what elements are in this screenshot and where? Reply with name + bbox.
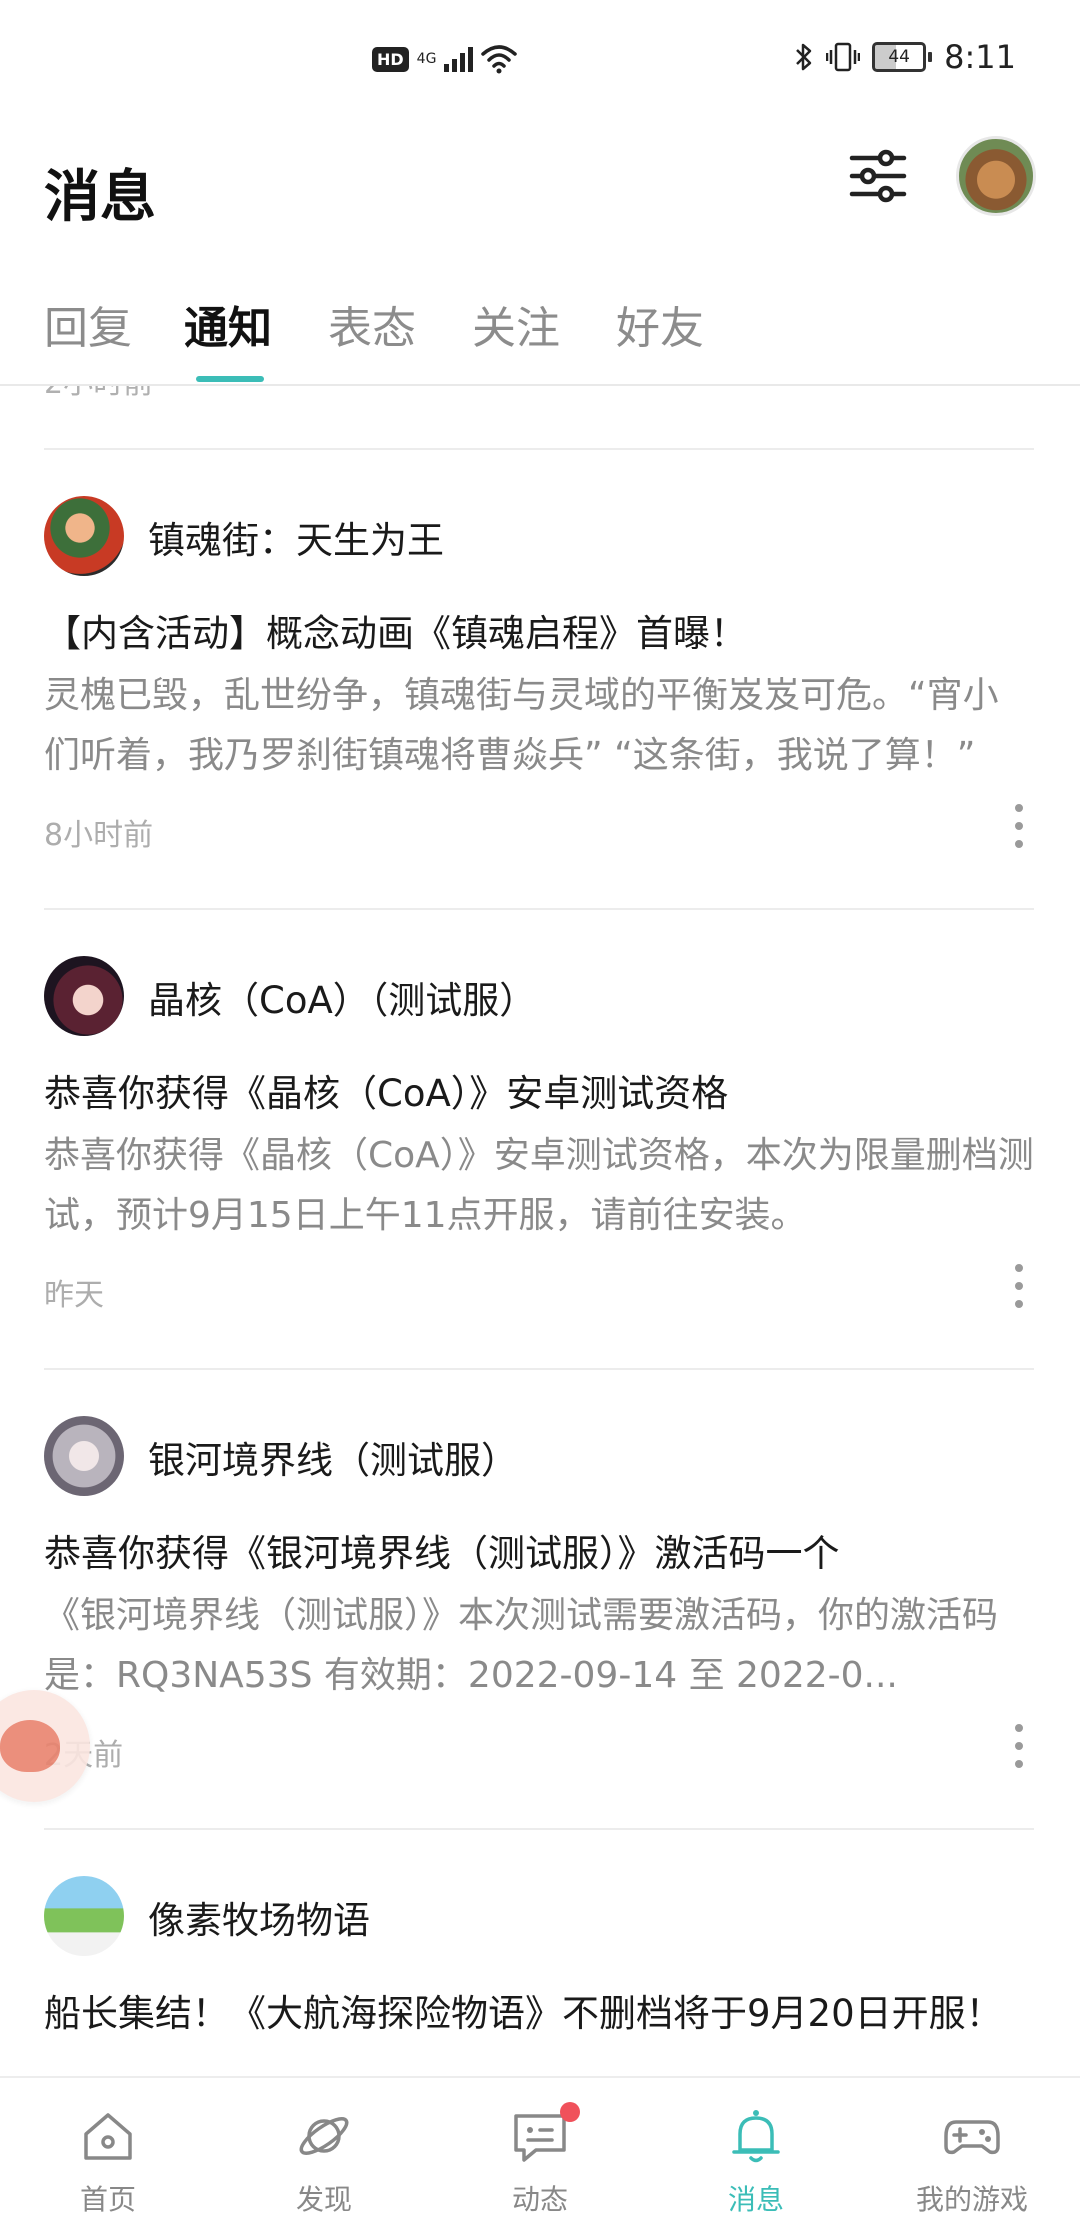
- tab-notifications[interactable]: 通知: [184, 292, 272, 356]
- notification-card[interactable]: 像素牧场物语 船长集结！《大航海探险物语》不删档将于9月20日开服！: [0, 1830, 1080, 2076]
- notification-time: 2小时前: [44, 386, 153, 402]
- notification-card[interactable]: 镇魂街：天生为王 【内含活动】概念动画《镇魂启程》首曝！ 灵槐已毁，乱世纷争，镇…: [0, 450, 1080, 910]
- bell-icon: [732, 2110, 780, 2163]
- notification-title: 恭喜你获得《银河境界线（测试服）》激活码一个: [44, 1532, 840, 1575]
- unread-badge: [560, 2102, 580, 2122]
- nav-label: 发现: [295, 2183, 352, 2216]
- battery-icon: 44: [872, 42, 933, 72]
- clock: 8:11: [944, 38, 1016, 76]
- bottom-navigation: 首页 发现 动态 消息 我的游戏: [0, 2076, 1080, 2230]
- game-name[interactable]: 镇魂街：天生为王: [148, 510, 444, 564]
- tab-following[interactable]: 关注: [472, 292, 560, 356]
- wifi-icon: [481, 45, 518, 74]
- game-avatar[interactable]: [44, 956, 124, 1036]
- sliders-icon: [849, 149, 907, 203]
- active-tab-indicator: [196, 376, 264, 382]
- notification-title: 船长集结！《大航海探险物语》不删档将于9月20日开服！: [44, 1992, 1003, 2035]
- hd-badge: HD: [372, 46, 409, 72]
- notification-title: 恭喜你获得《晶核（CoA）》安卓测试资格: [44, 1072, 729, 1115]
- tab-reactions[interactable]: 表态: [328, 292, 416, 356]
- message-tabs: 回复 通知 表态 关注 好友: [0, 280, 1080, 386]
- status-signals: HD 4G: [372, 44, 518, 74]
- game-avatar[interactable]: [44, 1416, 124, 1496]
- page-title: 消息: [44, 165, 156, 230]
- home-icon: [84, 2113, 132, 2160]
- nav-label: 我的游戏: [915, 2183, 1028, 2216]
- nav-my-games[interactable]: 我的游戏: [864, 2078, 1080, 2230]
- nav-home[interactable]: 首页: [0, 2078, 216, 2230]
- tab-friends[interactable]: 好友: [616, 292, 704, 356]
- user-avatar[interactable]: [956, 136, 1036, 216]
- tab-reply[interactable]: 回复: [44, 292, 132, 356]
- signal-icon: [444, 46, 474, 72]
- game-avatar[interactable]: [44, 496, 124, 576]
- notification-body: 恭喜你获得《晶核（CoA）》安卓测试资格，本次为限量删档测试，预计9月15日上午…: [44, 1135, 1034, 1236]
- filter-settings-button[interactable]: [846, 144, 910, 208]
- vibrate-icon: [826, 42, 861, 72]
- notification-body: 灵槐已毁，乱世纷争，镇魂街与灵域的平衡岌岌可危。“宵小们听着，我乃罗刹街镇魂将曹…: [44, 675, 999, 776]
- game-name[interactable]: 银河境界线（测试服）: [148, 1430, 518, 1484]
- game-name[interactable]: 像素牧场物语: [148, 1890, 370, 1944]
- nav-activity[interactable]: 动态: [432, 2078, 648, 2230]
- notification-time: 8小时前: [44, 818, 154, 853]
- game-avatar[interactable]: [44, 1876, 124, 1956]
- app-header: 消息: [0, 130, 1080, 250]
- nav-label: 消息: [727, 2183, 784, 2216]
- more-options-button[interactable]: [1006, 804, 1032, 848]
- status-right: 44 8:11: [794, 38, 1016, 76]
- notification-body: 《银河境界线（测试服）》本次测试需要激活码，你的激活码是：RQ3NA53S 有效…: [44, 1595, 999, 1696]
- battery-level: 44: [872, 42, 927, 72]
- nav-label: 首页: [79, 2183, 136, 2216]
- more-options-button[interactable]: [1006, 1724, 1032, 1768]
- notification-card[interactable]: 银河境界线（测试服） 恭喜你获得《银河境界线（测试服）》激活码一个 《银河境界线…: [0, 1370, 1080, 1830]
- gamepad-icon: [944, 2120, 1000, 2155]
- more-options-button[interactable]: [1006, 1264, 1032, 1308]
- nav-messages[interactable]: 消息: [648, 2078, 864, 2230]
- nav-label: 动态: [511, 2183, 568, 2216]
- bluetooth-icon: [796, 43, 812, 71]
- notification-title: 【内含活动】概念动画《镇魂启程》首曝！: [44, 612, 747, 655]
- notification-card[interactable]: 晶核（CoA）（测试服） 恭喜你获得《晶核（CoA）》安卓测试资格 恭喜你获得《…: [0, 910, 1080, 1370]
- status-bar: HD 4G 44 8:11: [0, 0, 1080, 130]
- notification-feed[interactable]: 2小时前 镇魂街：天生为王 【内含活动】概念动画《镇魂启程》首曝！ 灵槐已毁，乱…: [0, 386, 1080, 2076]
- game-name[interactable]: 晶核（CoA）（测试服）: [148, 970, 536, 1024]
- planet-icon: [299, 2117, 349, 2155]
- network-type: 4G: [416, 51, 437, 67]
- nav-discover[interactable]: 发现: [216, 2078, 432, 2230]
- notification-time: 昨天: [44, 1278, 104, 1313]
